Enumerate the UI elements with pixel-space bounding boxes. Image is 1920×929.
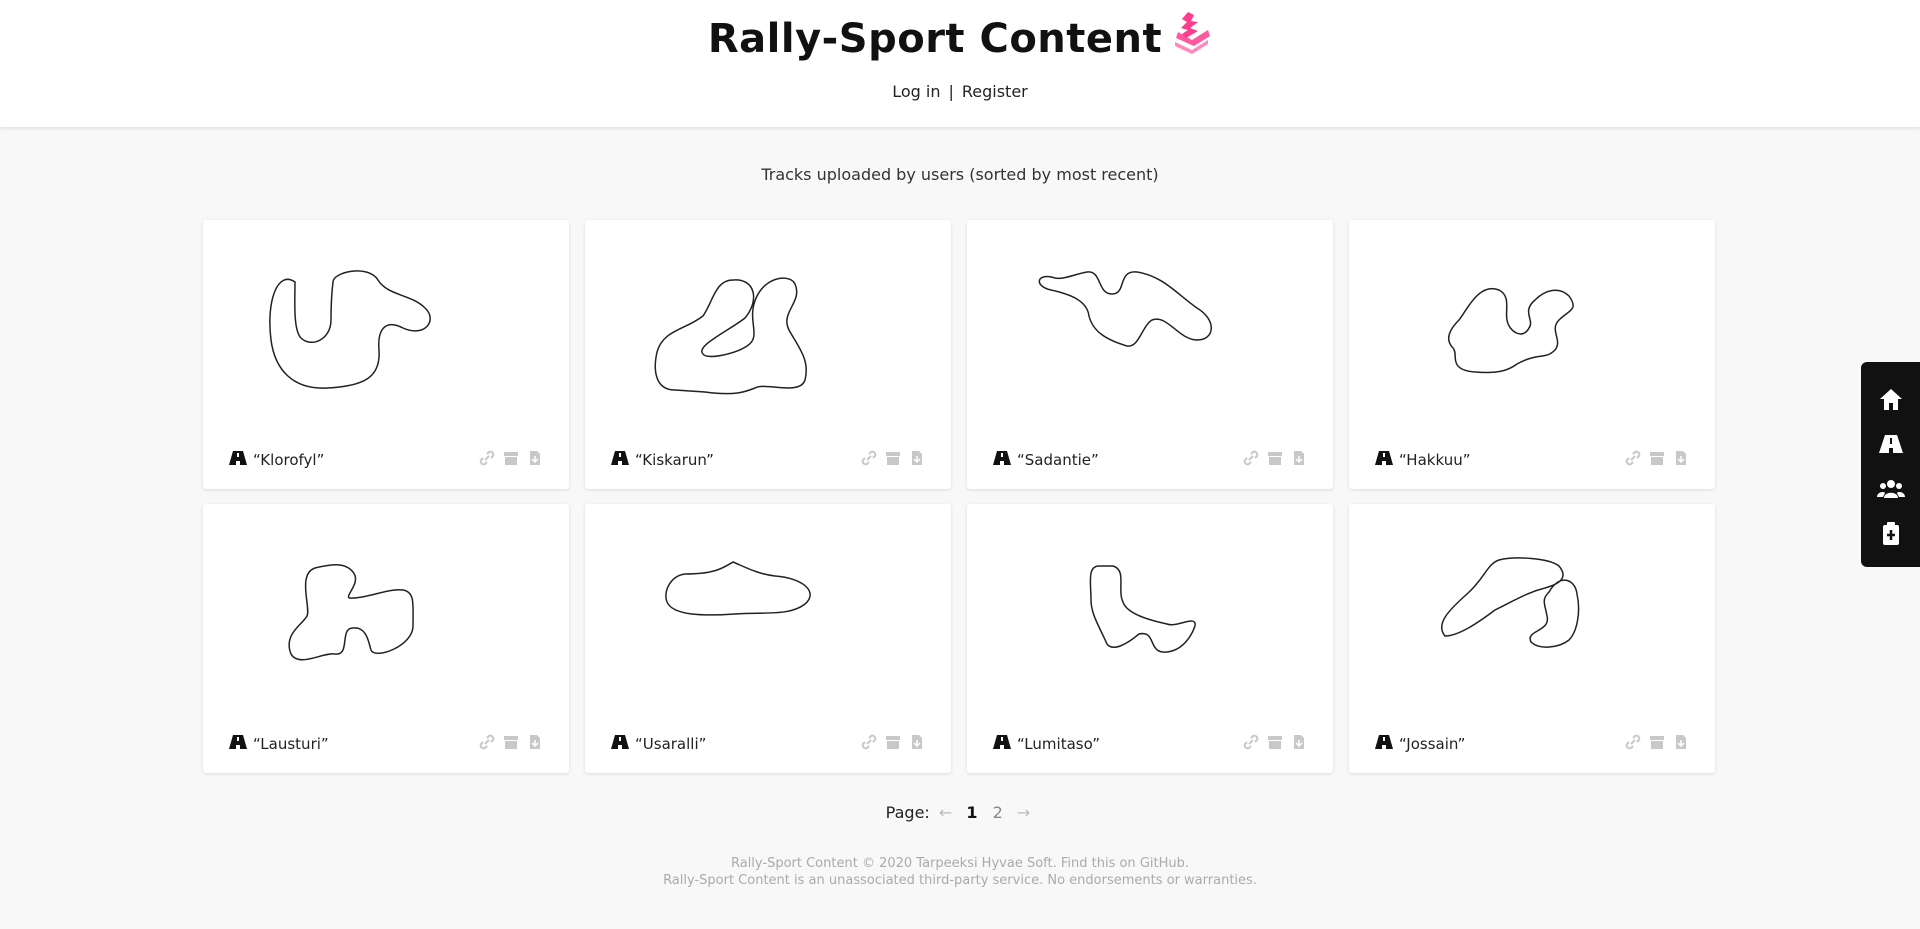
footer-period: . [1184, 856, 1190, 871]
download-icon[interactable] [527, 734, 543, 750]
package-icon[interactable] [1267, 734, 1283, 750]
road-icon [1375, 451, 1393, 469]
upload-icon[interactable] [1876, 519, 1906, 549]
track-name: “Sadantie” [1017, 451, 1099, 469]
download-icon[interactable] [1673, 734, 1689, 750]
track-title[interactable]: “Jossain” [1375, 735, 1465, 753]
download-icon[interactable] [909, 734, 925, 750]
github-link[interactable]: GitHub [1140, 856, 1185, 871]
pagination: Page: ← 1 2 → [0, 803, 1920, 822]
download-icon[interactable] [527, 450, 543, 466]
footer-copyright: Rally-Sport Content © 2020 Tarpeeksi Hyv… [730, 856, 1140, 871]
link-icon[interactable] [479, 734, 495, 750]
track-title[interactable]: “Sadantie” [993, 451, 1099, 469]
track-shape-icon [1038, 271, 1212, 347]
link-icon[interactable] [479, 450, 495, 466]
card-actions [1243, 450, 1307, 466]
page-subtitle: Tracks uploaded by users (sorted by most… [761, 165, 1159, 184]
card-actions [861, 734, 925, 750]
track-shape-icon [654, 277, 807, 395]
link-icon[interactable] [1625, 450, 1641, 466]
track-card[interactable]: “Lumitaso” [967, 504, 1333, 773]
road-icon [1375, 735, 1393, 753]
site-title-text: Rally-Sport Content [707, 16, 1163, 62]
card-actions [1625, 734, 1689, 750]
package-icon[interactable] [1649, 450, 1665, 466]
track-title[interactable]: “Usaralli” [611, 735, 706, 753]
road-icon [993, 451, 1011, 469]
login-link[interactable]: Log in [892, 82, 940, 101]
track-card[interactable]: “Lausturi” [203, 504, 569, 773]
track-name: “Klorofyl” [253, 451, 325, 469]
next-page-arrow[interactable]: → [1017, 803, 1030, 822]
track-card[interactable]: “Hakkuu” [1349, 220, 1715, 489]
track-title[interactable]: “Lausturi” [229, 735, 329, 753]
card-actions [1243, 734, 1307, 750]
track-card[interactable]: “Sadantie” [967, 220, 1333, 489]
side-nav [1861, 362, 1920, 567]
download-icon[interactable] [1673, 450, 1689, 466]
road-icon [229, 735, 247, 753]
footer-disclaimer: Rally-Sport Content is an unassociated t… [663, 873, 1257, 888]
track-name: “Lumitaso” [1017, 735, 1100, 753]
auth-links: Log in | Register [0, 82, 1920, 101]
users-icon[interactable] [1876, 474, 1906, 504]
link-icon[interactable] [1243, 734, 1259, 750]
package-icon[interactable] [503, 734, 519, 750]
track-title[interactable]: “Kiskarun” [611, 451, 714, 469]
road-icon [611, 451, 629, 469]
road-icon [229, 451, 247, 469]
track-name: “Usaralli” [635, 735, 707, 753]
current-page: 1 [966, 803, 978, 822]
road-icon [611, 735, 629, 753]
package-icon[interactable] [1267, 450, 1283, 466]
road-icon [993, 735, 1011, 753]
footer-line-1: Rally-Sport Content © 2020 Tarpeeksi Hyv… [0, 855, 1920, 872]
track-card[interactable]: “Usaralli” [585, 504, 951, 773]
track-title[interactable]: “Hakkuu” [1375, 451, 1470, 469]
card-actions [861, 450, 925, 466]
track-shape-icon [665, 561, 811, 616]
prev-page-arrow[interactable]: ← [939, 803, 952, 822]
site-header: Rally-Sport Content Log in | Register [0, 0, 1920, 127]
track-name: “Lausturi” [253, 735, 329, 753]
download-icon[interactable] [1291, 734, 1307, 750]
track-card[interactable]: “Klorofyl” [203, 220, 569, 489]
page-2-link[interactable]: 2 [993, 803, 1003, 822]
card-actions [479, 734, 543, 750]
link-icon[interactable] [861, 450, 877, 466]
package-icon[interactable] [885, 734, 901, 750]
track-title[interactable]: “Lumitaso” [993, 735, 1100, 753]
link-icon[interactable] [1625, 734, 1641, 750]
page-label: Page: [885, 803, 930, 822]
track-name: “Jossain” [1399, 735, 1466, 753]
track-name: “Kiskarun” [635, 451, 714, 469]
package-icon[interactable] [503, 450, 519, 466]
track-title[interactable]: “Klorofyl” [229, 451, 324, 469]
download-icon[interactable] [909, 450, 925, 466]
flag-logo-icon [1170, 10, 1212, 64]
package-icon[interactable] [885, 450, 901, 466]
site-title[interactable]: Rally-Sport Content [0, 12, 1920, 68]
track-shape-icon [1440, 557, 1580, 648]
track-name: “Hakkuu” [1399, 451, 1471, 469]
track-card[interactable]: “Kiskarun” [585, 220, 951, 489]
track-shape-icon [1089, 565, 1196, 653]
home-icon[interactable] [1876, 384, 1906, 414]
track-card[interactable]: “Jossain” [1349, 504, 1715, 773]
link-icon[interactable] [861, 734, 877, 750]
register-link[interactable]: Register [962, 82, 1028, 101]
card-actions [1625, 450, 1689, 466]
link-icon[interactable] [1243, 450, 1259, 466]
download-icon[interactable] [1291, 450, 1307, 466]
card-actions [479, 450, 543, 466]
package-icon[interactable] [1649, 734, 1665, 750]
auth-separator: | [948, 82, 954, 101]
footer: Rally-Sport Content © 2020 Tarpeeksi Hyv… [0, 855, 1920, 889]
track-shape-icon [269, 270, 431, 389]
track-shape-icon [288, 564, 414, 661]
road-icon[interactable] [1876, 429, 1906, 459]
track-shape-icon [1448, 287, 1574, 374]
